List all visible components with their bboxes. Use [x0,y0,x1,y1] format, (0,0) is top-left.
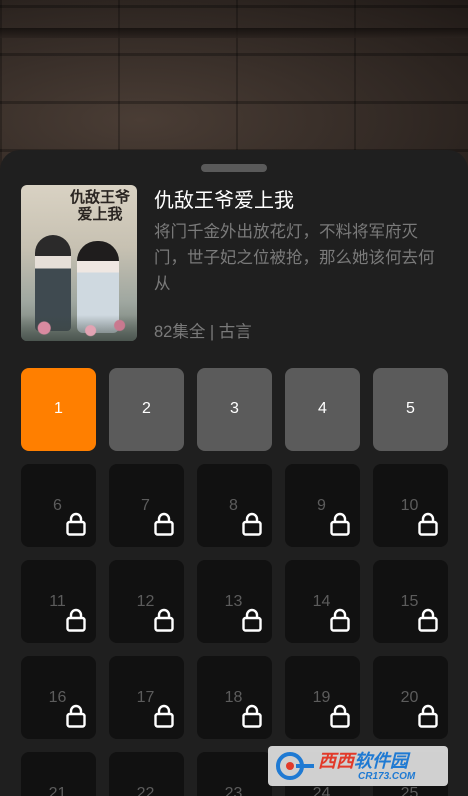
episode-number: 23 [224,785,243,796]
episode-tile[interactable]: 22 [109,752,184,796]
lock-icon [330,512,350,536]
lock-icon [330,704,350,728]
episode-tile[interactable]: 4 [285,368,360,451]
lock-icon [330,608,350,632]
episode-number: 22 [136,785,155,796]
episode-tile[interactable]: 23 [197,752,272,796]
episode-tile[interactable]: 16 [21,656,96,739]
episode-tile[interactable]: 2 [109,368,184,451]
episode-tile[interactable]: 15 [373,560,448,643]
poster-blossoms [21,315,137,341]
episode-number: 24 [312,785,331,796]
episode-tile[interactable]: 7 [109,464,184,547]
episode-tile[interactable]: 18 [197,656,272,739]
episode-tile[interactable]: 13 [197,560,272,643]
drama-meta: 82集全 | 古言 [154,323,252,341]
app-screen: 仇敌王爷爱上我 仇敌王爷爱上我 将门千金外出放花灯，不料将军府灭门，世子妃之位被… [0,0,468,796]
watermark-url: CR173.COM [358,770,416,782]
lock-icon [418,608,438,632]
episode-tile[interactable]: 10 [373,464,448,547]
lock-icon [242,608,262,632]
watermark-logo-icon [276,752,314,780]
lock-icon [154,512,174,536]
drama-poster: 仇敌王爷爱上我 [21,185,137,341]
lock-icon [242,512,262,536]
backdrop-ledge [0,28,468,38]
episode-tile[interactable]: 21 [21,752,96,796]
episode-tile[interactable]: 9 [285,464,360,547]
episode-tile[interactable]: 20 [373,656,448,739]
episode-grid: 1 2 3 4 5 6 7 8 9 10 11 12 13 14 15 16 17 18 19 20 21 22 23 24 2… [21,368,448,796]
episode-tile[interactable]: 17 [109,656,184,739]
episode-tile[interactable]: 14 [285,560,360,643]
lock-icon [418,512,438,536]
episode-tile[interactable]: 6 [21,464,96,547]
episode-sheet: 仇敌王爷爱上我 仇敌王爷爱上我 将门千金外出放花灯，不料将军府灭门，世子妃之位被… [0,150,468,796]
drama-description: 将门千金外出放花灯，不料将军府灭门，世子妃之位被抢，那么她该何去何从 [154,223,435,293]
lock-icon [242,704,262,728]
site-watermark: 西西软件园 CR173.COM [268,746,448,786]
episode-number: 1 [54,400,63,417]
watermark-name: 西西软件园 [318,750,408,771]
episode-tile[interactable]: 12 [109,560,184,643]
episode-tile[interactable]: 19 [285,656,360,739]
episode-number: 21 [48,785,67,796]
episode-tile[interactable]: 1 [21,368,96,451]
episode-tile[interactable]: 5 [373,368,448,451]
drama-title: 仇敌王爷爱上我 [154,190,294,212]
episode-tile[interactable]: 8 [197,464,272,547]
episode-number: 4 [318,400,327,417]
episode-number: 3 [230,400,239,417]
poster-title: 仇敌王爷爱上我 [69,188,130,223]
episode-number: 5 [406,400,415,417]
episode-tile[interactable]: 3 [197,368,272,451]
drag-handle[interactable] [201,164,267,172]
lock-icon [418,704,438,728]
episode-tile[interactable]: 11 [21,560,96,643]
episode-number: 2 [142,400,151,417]
lock-icon [66,512,86,536]
episode-number: 25 [400,785,419,796]
lock-icon [154,608,174,632]
lock-icon [66,704,86,728]
lock-icon [154,704,174,728]
lock-icon [66,608,86,632]
